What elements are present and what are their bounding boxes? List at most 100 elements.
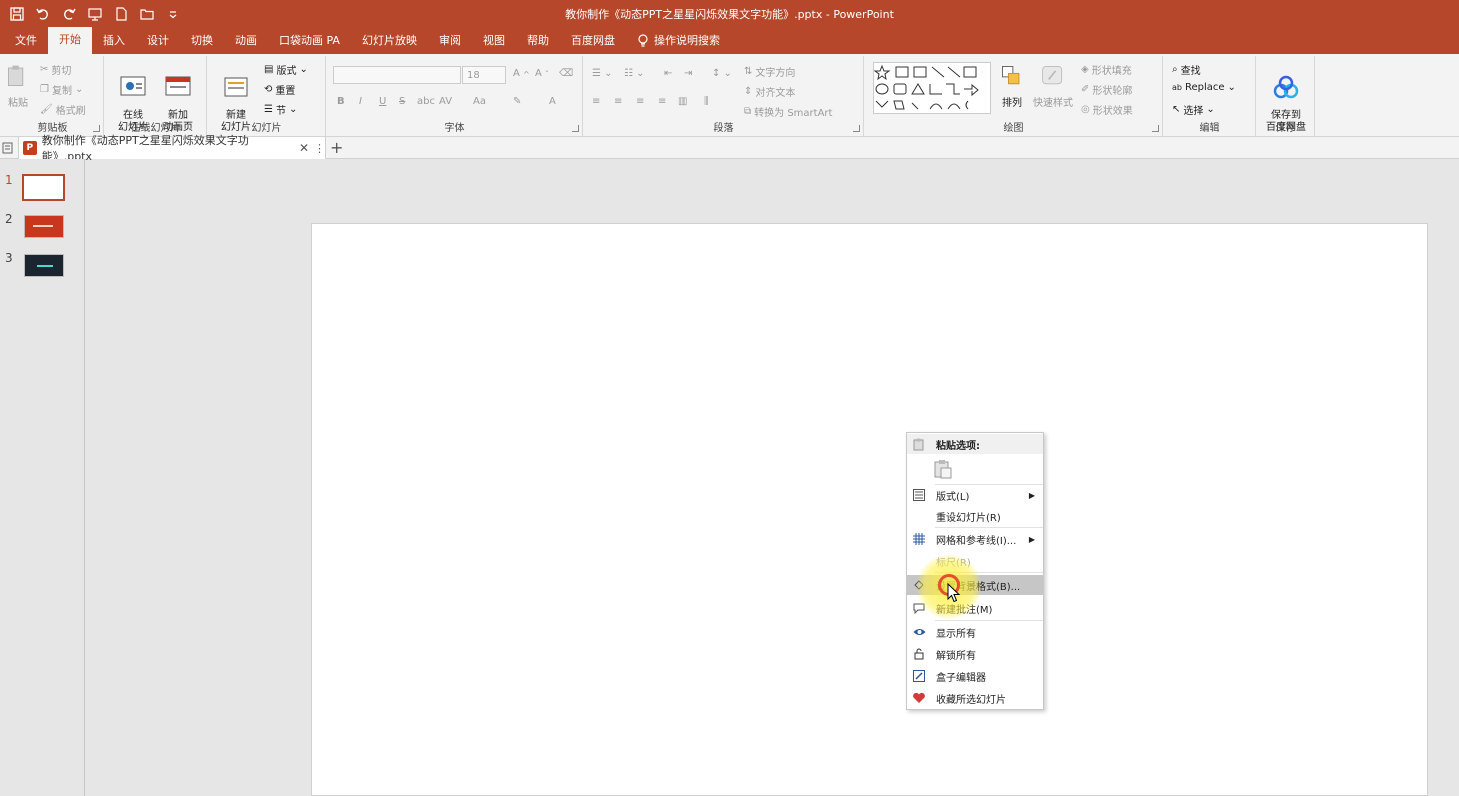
paste-keep-source-button[interactable] [934,459,952,482]
layout-icon: ▤ [264,64,274,75]
tab-review[interactable]: 审阅 [428,28,472,54]
quick-styles-label: 快速样式 [1033,98,1073,109]
shape-fill-button[interactable]: ◈ 形状填充 [1081,62,1132,77]
tab-help[interactable]: 帮助 [516,28,560,54]
change-case-button[interactable]: Aa [473,96,486,107]
grid-icon [912,532,926,546]
menu-item-layout[interactable]: 版式(L) ▶ [907,485,1043,505]
menu-item-label: 盒子编辑器 [936,672,986,684]
powerpoint-file-icon: P [23,141,37,155]
heart-icon [912,691,926,705]
align-right-icon[interactable]: ≡ [636,96,644,107]
menu-item-label: 重设幻灯片(R) [936,512,1001,524]
tab-file[interactable]: 文件 [4,28,48,54]
decrease-indent-icon[interactable]: ⇤ [664,68,672,79]
document-tab[interactable]: P 教你制作《动态PPT之星星闪烁效果文字功能》.pptx ✕ ⋮ [18,134,326,163]
grow-font-button[interactable]: A ^ [513,68,530,79]
bullets-icon[interactable]: ☰ ⌄ [592,68,613,79]
more-icon[interactable]: ⋮ [314,142,325,155]
increase-indent-icon[interactable]: ⇥ [684,68,692,79]
select-button[interactable]: ↖ 选择 ⌄ [1172,102,1215,117]
slide-thumbnail-2[interactable] [24,215,64,238]
tab-slideshow[interactable]: 幻灯片放映 [351,28,428,54]
layout-button[interactable]: ▤ 版式 ⌄ [264,62,308,77]
slide-canvas[interactable] [311,223,1428,796]
slide-thumbnail-1[interactable] [22,174,65,201]
tab-transitions[interactable]: 切换 [180,28,224,54]
dialog-launcher-icon[interactable] [1152,125,1159,132]
font-size-combobox[interactable]: 18 [462,66,506,84]
shape-outline-button[interactable]: ✐ 形状轮廓 [1081,82,1132,97]
reset-icon: ⟲ [264,84,273,95]
tab-home[interactable]: 开始 [48,27,92,54]
menu-item-unlock-all[interactable]: 解锁所有 [907,644,1043,664]
dialog-launcher-icon[interactable] [93,125,100,132]
format-painter-button[interactable]: 🖌 格式刷 [40,102,86,117]
tab-baidu-netdisk[interactable]: 百度网盘 [560,28,626,54]
shapes-gallery[interactable] [873,62,991,114]
tab-pocket-animation[interactable]: 口袋动画 PA [268,28,351,54]
menu-item-box-editor[interactable]: 盒子编辑器 [907,666,1043,686]
tab-insert[interactable]: 插入 [92,28,136,54]
align-left-icon[interactable]: ≡ [592,96,600,107]
close-icon[interactable]: ✕ [299,141,309,155]
paragraph-group: ☰ ⌄ ☷ ⌄ ⇤ ⇥ ↕ ⌄ ⇅ 文字方向 ⇕ 对齐文本 ⧉ 转换为 SmartAr… [584,56,864,136]
strikethrough-button[interactable]: abc [417,96,435,107]
menu-item-reset-slide[interactable]: 重设幻灯片(R) [907,506,1043,526]
slide-thumbnail-3[interactable] [24,254,64,277]
cut-label: 剪切 [51,66,72,77]
columns-icon[interactable]: ⫼ [704,96,709,107]
menu-item-show-all[interactable]: 显示所有 [907,622,1043,642]
reset-label: 重置 [275,86,296,97]
menu-item-grid-guides[interactable]: 网格和参考线(I)... ▶ [907,529,1043,549]
menu-separator [935,620,1043,621]
section-button[interactable]: ☰ 节 ⌄ [264,102,297,117]
shape-effect-button[interactable]: ◎ 形状效果 [1081,102,1133,117]
italic-button[interactable]: I [359,96,362,107]
unlock-icon [912,647,926,661]
section-label: 节 [275,106,286,117]
find-button[interactable]: ⌕ 查找 [1172,62,1201,77]
arrange-button[interactable]: 排列 [997,62,1027,110]
tell-me-search[interactable]: 操作说明搜索 [626,28,731,54]
tab-animations[interactable]: 动画 [224,28,268,54]
chevron-down-icon: ⌄ [74,84,84,95]
dialog-launcher-icon[interactable] [572,125,579,132]
align-text-button[interactable]: ⇕ 对齐文本 [744,84,795,99]
paste-icon [912,437,926,451]
underline-button[interactable]: U [379,96,386,107]
tab-list-icon[interactable] [2,141,14,158]
font-name-combobox[interactable] [333,66,461,84]
tab-view[interactable]: 视图 [472,28,516,54]
menu-item-label: 显示所有 [936,628,976,640]
drawing-group: 排列 快速样式 ◈ 形状填充 ✐ 形状轮廓 ◎ 形状效果 绘图 [865,56,1163,136]
char-spacing-button[interactable]: AV [439,96,452,107]
smartart-button[interactable]: ⧉ 转换为 SmartArt [744,104,832,119]
shape-fill-label: 形状填充 [1091,66,1132,77]
distributed-icon[interactable]: ▥ [678,96,687,107]
thumbnail-number: 1 [5,173,13,187]
new-tab-button[interactable]: + [330,138,343,157]
brush-icon: 🖌 [40,104,53,115]
justify-icon[interactable]: ≡ [658,96,666,107]
menu-item-favorite-slides[interactable]: 收藏所选幻灯片 [907,688,1043,708]
dialog-launcher-icon[interactable] [853,125,860,132]
copy-button[interactable]: ❐ 复制 ⌄ [40,82,83,97]
align-center-icon[interactable]: ≡ [614,96,622,107]
cut-button[interactable]: ✂ 剪切 [40,62,71,77]
highlight-icon[interactable]: ✎ [513,96,521,107]
numbering-icon[interactable]: ☷ ⌄ [624,68,645,79]
shadow-button[interactable]: S [399,96,405,107]
font-color-button[interactable]: A [549,96,556,107]
replace-button[interactable]: ab Replace ⌄ [1172,82,1236,93]
paste-button[interactable]: 粘贴 [4,62,32,110]
tab-design[interactable]: 设计 [136,28,180,54]
clear-format-icon[interactable]: ⌫ [559,68,573,79]
quick-styles-button[interactable]: 快速样式 [1031,62,1075,110]
line-spacing-icon[interactable]: ↕ ⌄ [712,68,732,79]
bold-button[interactable]: B [337,96,345,107]
text-direction-button[interactable]: ⇅ 文字方向 [744,64,795,79]
online-slides-group: 在线 幻灯片 新加 动画页 在线幻灯片 [105,56,207,136]
reset-button[interactable]: ⟲ 重置 [264,82,295,97]
shrink-font-button[interactable]: Aˇ [535,68,549,79]
